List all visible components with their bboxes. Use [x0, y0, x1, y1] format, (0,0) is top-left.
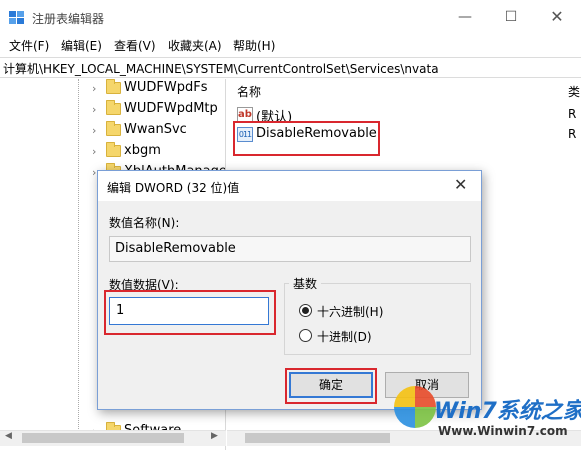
base-label: 基数	[289, 275, 322, 292]
column-header-name[interactable]: 名称	[237, 83, 261, 100]
radio-hex[interactable]	[299, 304, 312, 317]
tree-item-label: WwanSvc	[124, 122, 187, 137]
radio-hex-label[interactable]: 十六进制(H)	[317, 303, 383, 320]
radio-decimal[interactable]	[299, 329, 312, 342]
menu-file[interactable]: 文件(F)	[9, 37, 49, 54]
watermark-brand: Win7系统之家	[434, 399, 581, 424]
address-path[interactable]: 计算机\HKEY_LOCAL_MACHINE\SYSTEM\CurrentCon…	[3, 60, 439, 77]
string-value-icon: ab	[237, 107, 253, 122]
window-title: 注册表编辑器	[32, 12, 105, 26]
windows-logo-icon	[394, 386, 436, 428]
dialog-close-icon[interactable]: ✕	[454, 175, 467, 194]
close-button[interactable]: ✕	[545, 6, 569, 28]
dialog-title-bar: 编辑 DWORD (32 位)值 ✕	[98, 171, 481, 201]
chevron-right-icon[interactable]: ›	[92, 145, 96, 158]
menu-favorites[interactable]: 收藏夹(A)	[168, 37, 222, 54]
highlight-box-ok-button	[285, 368, 377, 404]
tree-item[interactable]: › xbgm	[92, 142, 225, 162]
tree-guide-line	[78, 79, 79, 439]
chevron-right-icon[interactable]: ›	[92, 124, 96, 137]
value-name-field: DisableRemovable	[109, 236, 471, 262]
folder-icon	[106, 100, 121, 115]
column-header-type[interactable]: 类	[568, 83, 580, 100]
list-scroll-thumb[interactable]	[245, 433, 390, 443]
tree-item[interactable]: › WwanSvc	[92, 121, 225, 141]
chevron-right-icon[interactable]: ›	[92, 103, 96, 116]
value-type: R	[568, 127, 577, 141]
chevron-right-icon[interactable]: ›	[92, 166, 96, 179]
scroll-right-icon[interactable]: ▶	[211, 431, 218, 441]
site-watermark: Win7系统之家 Www.Winwin7.com	[388, 380, 581, 450]
menu-bar: 文件(F) 编辑(E) 查看(V) 收藏夹(A) 帮助(H)	[0, 34, 581, 56]
tree-item[interactable]: › WUDFWpdFs	[92, 79, 225, 99]
maximize-button[interactable]: ☐	[499, 6, 523, 28]
highlight-box-value-row	[233, 121, 380, 156]
menu-view[interactable]: 查看(V)	[114, 37, 156, 54]
tree-item-label: WUDFWpdMtp	[124, 101, 218, 116]
folder-icon	[106, 79, 121, 94]
watermark-url: Www.Winwin7.com	[438, 424, 568, 438]
regedit-app-icon	[9, 11, 24, 24]
folder-icon	[106, 142, 121, 157]
scroll-left-icon[interactable]: ◀	[5, 431, 12, 441]
title-bar: 注册表编辑器 — ☐ ✕	[0, 0, 581, 34]
radio-decimal-label[interactable]: 十进制(D)	[317, 328, 372, 345]
chevron-right-icon[interactable]: ›	[92, 82, 96, 95]
highlight-box-value-data	[104, 290, 276, 335]
tree-item-label: WUDFWpdFs	[124, 80, 208, 95]
value-name-label: 数值名称(N):	[109, 216, 180, 230]
tree-item-label: xbgm	[124, 143, 161, 158]
value-type: R	[568, 107, 577, 121]
dialog-title: 编辑 DWORD (32 位)值	[107, 181, 240, 195]
address-bar[interactable]: 计算机\HKEY_LOCAL_MACHINE\SYSTEM\CurrentCon…	[0, 57, 581, 78]
tree-item[interactable]: › WUDFWpdMtp	[92, 100, 225, 120]
tree-scroll-thumb[interactable]	[22, 433, 184, 443]
menu-help[interactable]: 帮助(H)	[233, 37, 275, 54]
minimize-button[interactable]: —	[453, 6, 477, 28]
menu-edit[interactable]: 编辑(E)	[61, 37, 102, 54]
folder-icon	[106, 121, 121, 136]
